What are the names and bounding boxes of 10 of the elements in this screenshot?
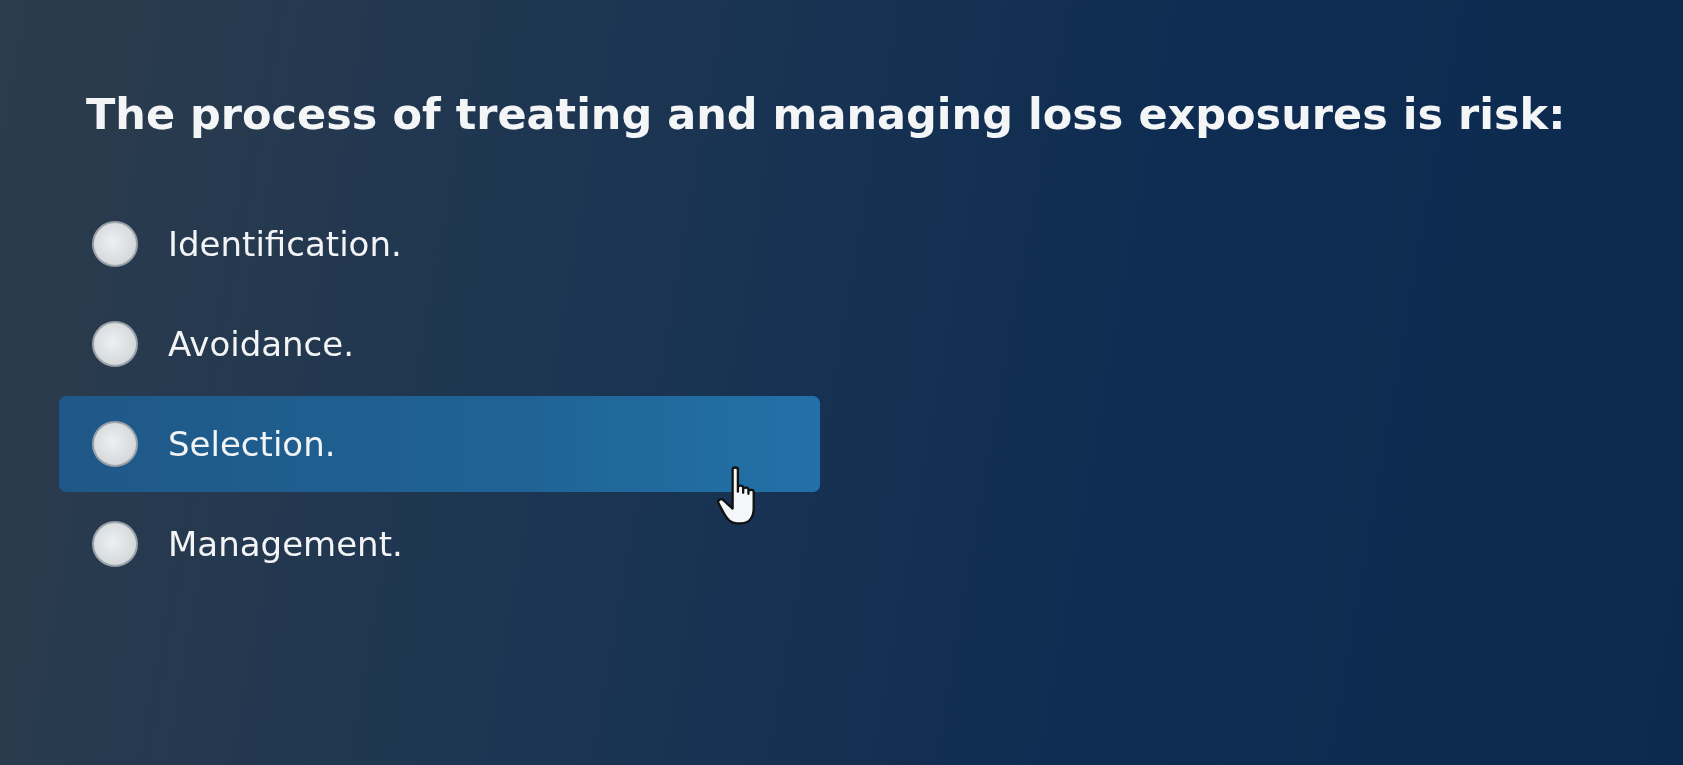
radio-button[interactable] [92, 421, 138, 467]
hand-pointer-icon [717, 466, 755, 525]
radio-button[interactable] [92, 321, 138, 367]
answer-option[interactable]: Management. [59, 496, 820, 592]
answer-option[interactable]: Identification. [59, 196, 820, 292]
answer-option[interactable]: Selection. [59, 396, 820, 492]
question-text: The process of treating and managing loss exposures is risk: [86, 88, 1566, 141]
answer-option[interactable]: Avoidance. [59, 296, 820, 392]
radio-button[interactable] [92, 521, 138, 567]
radio-button[interactable] [92, 221, 138, 267]
